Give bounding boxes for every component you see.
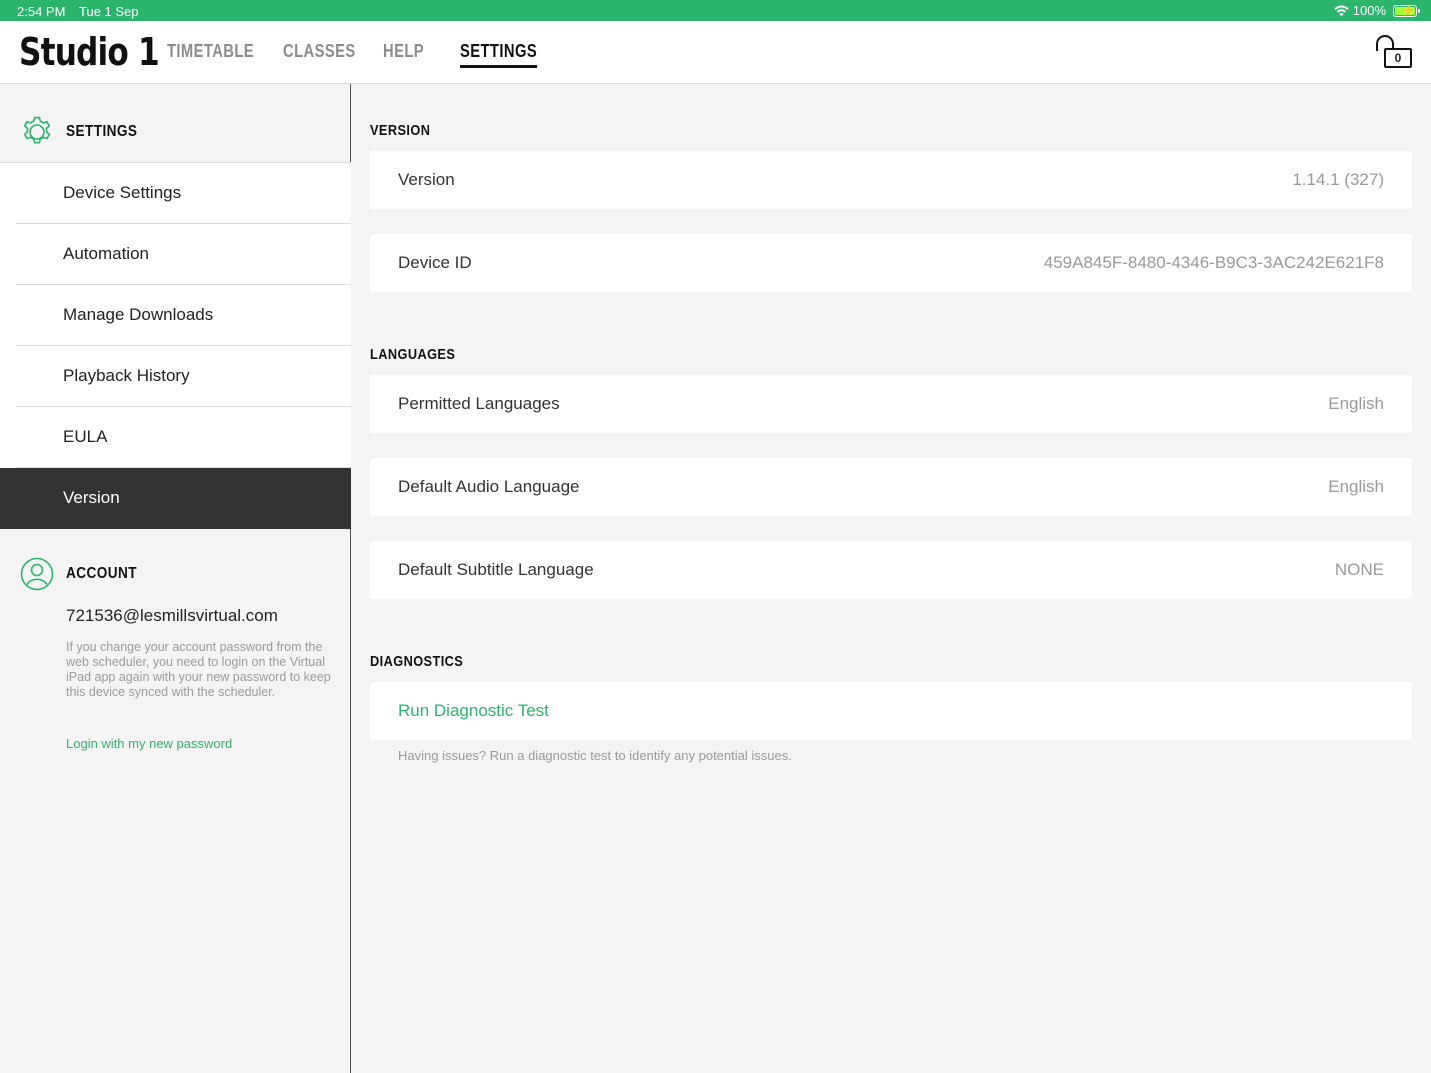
- default-subtitle-language-row[interactable]: Default Subtitle Language NONE: [370, 541, 1412, 599]
- row-value: 1.14.1 (327): [1292, 170, 1384, 189]
- diagnostics-section-title: DIAGNOSTICS: [370, 653, 464, 670]
- status-bar: 2:54 PM Tue 1 Sep 100% ⚡: [0, 0, 1431, 21]
- row-value: NONE: [1334, 560, 1384, 579]
- status-date: Tue 1 Sep: [79, 4, 139, 19]
- status-time: 2:54 PM: [17, 4, 66, 19]
- account-section-title: ACCOUNT: [66, 565, 137, 582]
- run-diagnostic-label: Run Diagnostic Test: [398, 701, 549, 720]
- tab-settings[interactable]: SETTINGS: [460, 41, 538, 68]
- row-value: English: [1328, 477, 1384, 496]
- row-label: Default Audio Language: [398, 477, 580, 496]
- sidebar-item-eula[interactable]: EULA: [0, 407, 351, 468]
- row-label: Version: [398, 170, 455, 189]
- permitted-languages-row[interactable]: Permitted Languages English: [370, 375, 1412, 433]
- gear-icon: [23, 116, 51, 144]
- tab-timetable[interactable]: TIMETABLE: [167, 41, 254, 62]
- user-icon: [20, 557, 54, 591]
- account-header: ACCOUNT: [20, 557, 150, 591]
- account-note: If you change your account password from…: [66, 640, 331, 699]
- row-label: Permitted Languages: [398, 394, 560, 413]
- sidebar-item-playback-history[interactable]: Playback History: [0, 346, 351, 407]
- settings-content: VERSION Version 1.14.1 (327) Device ID 4…: [352, 84, 1431, 1073]
- version-section-title: VERSION: [370, 122, 431, 139]
- sidebar-item-version[interactable]: Version: [0, 468, 351, 529]
- sidebar-item-device-settings[interactable]: Device Settings: [0, 163, 351, 224]
- account-email: 721536@lesmillsvirtual.com: [66, 606, 278, 625]
- row-label: Device ID: [398, 253, 472, 272]
- battery-icon: ⚡: [1393, 4, 1420, 17]
- row-label: Default Subtitle Language: [398, 560, 594, 579]
- lock-count: 0: [1384, 48, 1412, 68]
- status-right: 100% ⚡: [1334, 3, 1420, 18]
- languages-section-title: LANGUAGES: [370, 346, 456, 363]
- version-row: Version 1.14.1 (327): [370, 151, 1412, 209]
- sidebar-item-automation[interactable]: Automation: [0, 224, 351, 285]
- login-new-password-link[interactable]: Login with my new password: [66, 736, 232, 751]
- tab-classes[interactable]: CLASSES: [283, 41, 356, 62]
- settings-section-title: SETTINGS: [66, 123, 138, 140]
- row-value: English: [1328, 394, 1384, 413]
- run-diagnostic-test-button[interactable]: Run Diagnostic Test: [370, 682, 1412, 740]
- settings-header: SETTINGS: [20, 115, 150, 149]
- lock-icon[interactable]: 0: [1372, 35, 1412, 71]
- battery-percent: 100%: [1352, 3, 1386, 18]
- settings-menu: Device Settings Automation Manage Downlo…: [0, 162, 351, 529]
- device-id-row: Device ID 459A845F-8480-4346-B9C3-3AC242…: [370, 234, 1412, 292]
- wifi-icon: [1334, 5, 1349, 16]
- studio-title: Studio 1: [19, 30, 160, 74]
- default-audio-language-row[interactable]: Default Audio Language English: [370, 458, 1412, 516]
- top-nav: Studio 1 TIMETABLE CLASSES HELP SETTINGS…: [0, 21, 1431, 84]
- tab-help[interactable]: HELP: [383, 41, 424, 62]
- settings-sidebar: SETTINGS Device Settings Automation Mana…: [0, 84, 351, 1073]
- diagnostic-hint: Having issues? Run a diagnostic test to …: [398, 748, 792, 763]
- sidebar-item-manage-downloads[interactable]: Manage Downloads: [0, 285, 351, 346]
- row-value: 459A845F-8480-4346-B9C3-3AC242E621F8: [1043, 253, 1384, 272]
